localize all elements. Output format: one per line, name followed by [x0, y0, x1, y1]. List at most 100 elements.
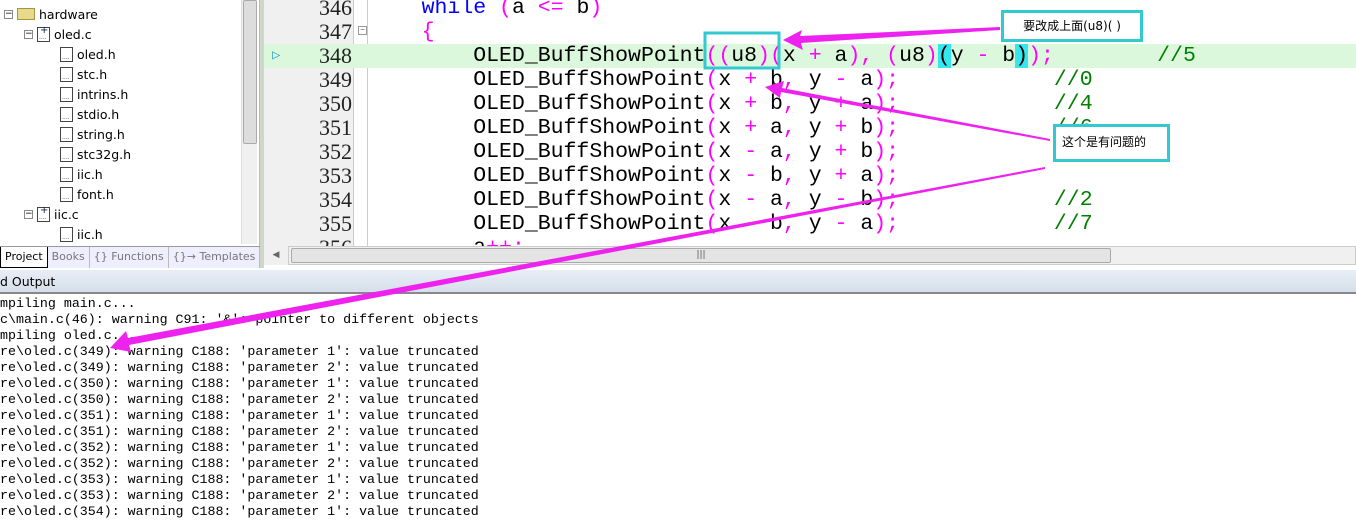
- editor-horizontal-scrollbar[interactable]: |||: [288, 246, 1356, 265]
- code-comment: //5: [1157, 44, 1196, 68]
- scrollbar-thumb[interactable]: [243, 0, 257, 144]
- code-line[interactable]: 352 OLED_BuffShowPoint(x - a, y + b); //…: [264, 139, 1356, 165]
- code-text: OLED_BuffShowPoint((u8)(x + a), (u8)(y -…: [370, 44, 1196, 68]
- code-text: OLED_BuffShowPoint(x + b, y - a); //0: [370, 68, 1093, 92]
- line-number: 355: [319, 211, 352, 236]
- output-line[interactable]: mpiling oled.c...: [0, 328, 1356, 344]
- line-number: 356: [264, 236, 352, 247]
- code-line[interactable]: 347− {: [264, 20, 1356, 45]
- output-line[interactable]: re\oled.c(354): warning C188: 'parameter…: [0, 504, 1356, 520]
- output-line[interactable]: re\oled.c(349): warning C188: 'parameter…: [0, 360, 1356, 376]
- tree-item[interactable]: iic.h: [60, 224, 103, 244]
- code-line[interactable]: 353 OLED_BuffShowPoint(x - b, y + a);: [264, 163, 1356, 189]
- source-file-icon: [37, 25, 50, 42]
- output-line[interactable]: mpiling main.c...: [0, 296, 1356, 312]
- header-file-icon: [60, 186, 73, 202]
- output-line[interactable]: re\oled.c(352): warning C188: 'parameter…: [0, 440, 1356, 456]
- scrollbar-thumb[interactable]: |||: [291, 248, 1111, 263]
- tab-functions[interactable]: {} Functions: [90, 247, 169, 268]
- tree-item[interactable]: stc.h: [60, 64, 107, 84]
- code-line[interactable]: 356 a++;: [264, 236, 1356, 247]
- code-line[interactable]: 351 OLED_BuffShowPoint(x + a, y + b); //…: [264, 115, 1356, 141]
- line-number: 350: [319, 91, 352, 116]
- header-file-icon: [60, 106, 73, 122]
- collapse-icon[interactable]: −: [24, 29, 33, 39]
- header-file-icon: [60, 126, 73, 142]
- scroll-left-button[interactable]: ◀: [264, 246, 288, 265]
- header-file-icon: [60, 166, 73, 182]
- folder-icon: [17, 8, 35, 20]
- collapse-icon[interactable]: −: [4, 9, 13, 19]
- output-line[interactable]: re\oled.c(349): warning C188: 'parameter…: [0, 344, 1356, 360]
- header-file-icon: [60, 146, 73, 162]
- tree-item-label: stc.h: [77, 66, 108, 82]
- line-number: 351: [319, 115, 352, 140]
- line-number: 346: [319, 0, 352, 20]
- output-line[interactable]: re\oled.c(353): warning C188: 'parameter…: [0, 488, 1356, 504]
- code-line[interactable]: 348 ▷ OLED_BuffShowPoint((u8)(x + a), (u8…: [264, 44, 1356, 68]
- tab-project[interactable]: Project: [0, 247, 48, 268]
- code-text: OLED_BuffShowPoint(x - b, y + a);: [370, 164, 900, 188]
- tree-item-label: intrins.h: [77, 86, 129, 102]
- tab-books[interactable]: Books: [48, 247, 90, 268]
- tree-item-label: oled.c: [54, 26, 92, 42]
- output-line[interactable]: re\oled.c(350): warning C188: 'parameter…: [0, 376, 1356, 392]
- code-comment: //7: [1053, 212, 1093, 236]
- tree-item[interactable]: − oled.c: [24, 24, 92, 44]
- code-text: OLED_BuffShowPoint(x + b, y + a); //4: [370, 92, 1093, 116]
- tree-scrollbar[interactable]: [241, 0, 257, 244]
- code-text: a++;: [370, 236, 525, 246]
- code-line[interactable]: 354 OLED_BuffShowPoint(x - a, y - b); //…: [264, 187, 1356, 213]
- line-number: 353: [319, 163, 352, 188]
- header-file-icon: [60, 226, 73, 242]
- code-line[interactable]: 350 OLED_BuffShowPoint(x + b, y + a); //…: [264, 91, 1356, 117]
- code-line[interactable]: 346 while (a <= b): [264, 0, 1356, 20]
- line-number: 349: [319, 67, 352, 92]
- tree-item[interactable]: stdio.h: [60, 104, 119, 124]
- code-text: OLED_BuffShowPoint(x - a, y + b); //1: [370, 140, 1092, 164]
- build-output[interactable]: mpiling main.c... c\main.c(46): warning C…: [0, 296, 1356, 521]
- tree-item-label: stc32g.h: [77, 146, 132, 162]
- code-comment: //0: [1053, 68, 1093, 92]
- tree-label: hardware: [39, 6, 98, 22]
- tab-templates[interactable]: {}→ Templates: [169, 247, 261, 268]
- collapse-icon[interactable]: −: [24, 209, 33, 219]
- tree-item-label: iic.h: [77, 226, 103, 242]
- code-text: OLED_BuffShowPoint(x - b, y - a); //7: [370, 212, 1093, 236]
- fold-icon[interactable]: −: [358, 26, 367, 35]
- tree-item[interactable]: iic.h: [60, 164, 103, 184]
- code-editor[interactable]: 346 while (a <= b) 347− {348 ▷ OLED_BuffSh…: [264, 0, 1356, 246]
- code-comment: //2: [1053, 188, 1093, 212]
- line-number: 352: [319, 139, 352, 164]
- tree-item[interactable]: stc32g.h: [60, 144, 131, 164]
- code-text: OLED_BuffShowPoint(x - a, y - b); //2: [370, 188, 1093, 212]
- output-line[interactable]: re\oled.c(351): warning C188: 'parameter…: [0, 424, 1356, 440]
- output-line[interactable]: c\main.c(46): warning C91: '&': pointer …: [0, 312, 1356, 328]
- tree-group-hardware[interactable]: − hardware: [4, 4, 98, 24]
- tree-item[interactable]: oled.h: [60, 44, 116, 64]
- output-line[interactable]: re\oled.c(351): warning C188: 'parameter…: [0, 408, 1356, 424]
- code-text: OLED_BuffShowPoint(x + a, y + b); //6: [370, 116, 1092, 140]
- header-file-icon: [60, 46, 73, 62]
- tree-item-label: string.h: [77, 126, 125, 142]
- code-line[interactable]: 355 OLED_BuffShowPoint(x - b, y - a); //…: [264, 211, 1356, 237]
- tree-item[interactable]: string.h: [60, 124, 125, 144]
- build-output-header: d Output: [0, 270, 1356, 294]
- header-file-icon: [60, 86, 73, 102]
- source-file-icon: [37, 205, 50, 222]
- code-comment: //4: [1053, 92, 1093, 116]
- output-line[interactable]: re\oled.c(353): warning C188: 'parameter…: [0, 472, 1356, 488]
- tree-item-label: font.h: [77, 186, 114, 202]
- output-line[interactable]: re\oled.c(352): warning C188: 'parameter…: [0, 456, 1356, 472]
- annotation-note-1: 要改成上面(u8)( ): [1001, 10, 1143, 42]
- output-line[interactable]: re\oled.c(350): warning C188: 'parameter…: [0, 392, 1356, 408]
- tree-item[interactable]: font.h: [60, 184, 114, 204]
- tree-item[interactable]: intrins.h: [60, 84, 128, 104]
- tree-item-label: stdio.h: [77, 106, 120, 122]
- tree-item[interactable]: − iic.c: [24, 204, 79, 224]
- panel-tabs: Project Books {} Functions {}→ Templates: [0, 246, 261, 268]
- tree-item-label: iic.h: [77, 166, 103, 182]
- line-number: 354: [319, 187, 352, 212]
- code-line[interactable]: 349 OLED_BuffShowPoint(x + b, y - a); //…: [264, 67, 1356, 93]
- code-text: while (a <= b): [421, 0, 603, 20]
